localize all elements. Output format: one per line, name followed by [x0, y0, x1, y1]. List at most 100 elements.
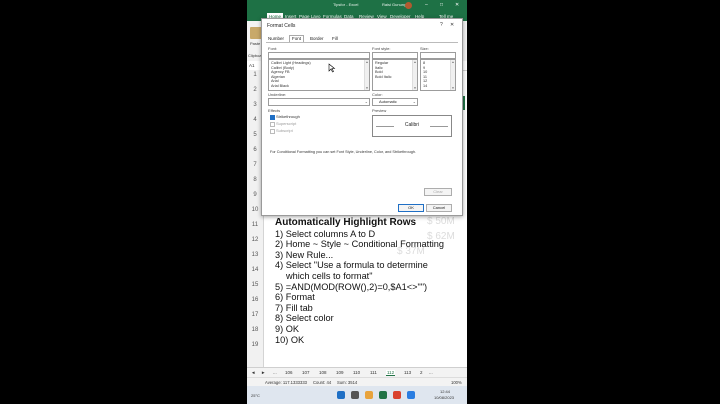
clock-time[interactable]: 12:44	[440, 389, 450, 394]
row-header[interactable]: 15	[247, 282, 263, 288]
list-item[interactable]: 10	[423, 70, 427, 74]
font-list[interactable]: Calibri Light (Headings) Calibri (Body) …	[268, 59, 370, 91]
list-item[interactable]: 11	[423, 75, 427, 79]
tab-fill[interactable]: Fill	[332, 36, 338, 41]
row-header[interactable]: 13	[247, 252, 263, 258]
user-name[interactable]: Raisi Gunung	[382, 2, 406, 7]
format-cells-dialog: Format Cells ? ✕ Number Font Border Fill…	[261, 18, 463, 216]
list-item[interactable]: Calibri (Body)	[271, 66, 294, 70]
sheet-tab[interactable]: 108	[319, 370, 327, 375]
color-label: Color:	[372, 92, 383, 97]
zoom-level[interactable]: 100%	[451, 380, 462, 385]
list-item[interactable]: 12	[423, 79, 427, 83]
sheet-tab[interactable]: 110	[353, 370, 360, 375]
sheet-tab[interactable]: 2	[420, 370, 423, 375]
tab-divider	[266, 42, 458, 43]
name-box-value: A1	[249, 63, 255, 68]
avatar[interactable]	[405, 2, 412, 9]
row-header[interactable]: 19	[247, 342, 263, 348]
clock-date[interactable]: 10/08/2023	[434, 395, 454, 400]
subscript-checkbox[interactable]	[270, 129, 275, 134]
instruction-step: 3) New Rule...	[275, 249, 334, 260]
font-preview: Calibri	[372, 115, 452, 137]
font-input[interactable]	[268, 52, 370, 59]
subscript-label[interactable]: Subscript	[276, 128, 293, 133]
font-style-list[interactable]: Regular Italic Bold Bold Italic ▲ ▼	[372, 59, 418, 91]
minimize-icon[interactable]: –	[425, 2, 428, 8]
list-item[interactable]: Italic	[375, 66, 383, 70]
close-icon[interactable]: ✕	[450, 22, 454, 28]
close-icon[interactable]: ✕	[455, 2, 459, 8]
paste-label[interactable]: Paste	[250, 41, 260, 46]
maximize-icon[interactable]: □	[440, 2, 443, 8]
sheet-tab[interactable]: 106	[285, 370, 293, 375]
strikethrough-label[interactable]: Strikethrough	[276, 114, 300, 119]
sheet-tab-active[interactable]: 112	[386, 370, 396, 376]
size-input[interactable]	[420, 52, 456, 59]
font-label: Font:	[268, 46, 278, 51]
sheet-tab[interactable]: 109	[336, 370, 344, 375]
list-item[interactable]: Algerian	[271, 75, 285, 79]
list-item[interactable]: Arial	[271, 79, 279, 83]
file-explorer-icon[interactable]	[365, 391, 373, 399]
title-bar: Tipsfor - Excel Raisi Gunung – □ ✕	[247, 0, 467, 12]
sheet-tab[interactable]: 111	[370, 370, 377, 375]
font-style-input[interactable]	[372, 52, 418, 59]
size-list[interactable]: 8 9 10 11 12 14 ▲ ▼	[420, 59, 456, 91]
instruction-step: 7) Fill tab	[275, 302, 313, 313]
help-icon[interactable]: ?	[440, 22, 443, 28]
row-header[interactable]: 18	[247, 327, 263, 333]
font-style-scrollbar[interactable]: ▲ ▼	[412, 60, 417, 90]
start-icon[interactable]	[337, 391, 345, 399]
strikethrough-checkbox[interactable]	[270, 115, 275, 120]
list-item[interactable]: Regular	[375, 61, 388, 65]
list-item[interactable]: 14	[423, 84, 427, 88]
color-dropdown[interactable]: Automatic ⌄	[372, 98, 418, 106]
sheet-tab[interactable]: 113	[404, 370, 411, 375]
size-list-scrollbar[interactable]: ▲ ▼	[450, 60, 455, 90]
list-item[interactable]: Agency FB	[271, 70, 290, 74]
tab-number[interactable]: Number	[268, 36, 284, 41]
status-count: Count: 44	[313, 380, 332, 385]
tab-border[interactable]: Border	[310, 36, 324, 41]
row-header[interactable]: 12	[247, 237, 263, 243]
list-item[interactable]: Bold	[375, 70, 383, 74]
row-header[interactable]: 11	[247, 222, 263, 228]
instruction-step: 8) Select color	[275, 313, 334, 324]
list-item[interactable]: Calibri Light (Headings)	[271, 61, 311, 65]
instruction-overlay: Automatically Highlight Rows 1) Select c…	[275, 217, 445, 345]
ok-button[interactable]: OK	[398, 204, 424, 212]
instruction-step: 2) Home ~ Style ~ Conditional Formatting	[275, 239, 445, 250]
tab-font[interactable]: Font	[289, 35, 305, 42]
list-item[interactable]: 8	[423, 61, 425, 65]
row-header[interactable]: 17	[247, 312, 263, 318]
window-title: Tipsfor - Excel	[333, 2, 359, 7]
instruction-step: 4) Select "Use a formula to determine	[275, 260, 428, 271]
scroll-left-icon[interactable]: ◄	[251, 370, 255, 375]
superscript-label[interactable]: Superscript	[276, 121, 296, 126]
conditional-formatting-note: For Conditional Formatting you can set F…	[270, 150, 417, 154]
underline-dropdown[interactable]: ⌄	[268, 98, 370, 106]
chevron-down-icon: ⌄	[364, 99, 368, 104]
sheet-tab[interactable]: 107	[302, 370, 310, 375]
sheet-tab-more[interactable]: ...	[273, 370, 277, 375]
underline-label: Underline:	[268, 92, 287, 97]
list-item[interactable]: 9	[423, 66, 425, 70]
app-icon[interactable]	[407, 391, 415, 399]
sheet-tab-more[interactable]: ...	[429, 370, 433, 375]
instruction-heading: Automatically Highlight Rows	[275, 217, 417, 228]
list-item[interactable]: Arial Black	[271, 84, 289, 88]
superscript-checkbox[interactable]	[270, 122, 275, 127]
cancel-button[interactable]: Cancel	[426, 204, 452, 212]
row-header[interactable]: 14	[247, 267, 263, 273]
row-header[interactable]: 16	[247, 297, 263, 303]
scroll-right-icon[interactable]: ►	[261, 370, 265, 375]
browser-icon[interactable]	[393, 391, 401, 399]
excel-icon[interactable]	[379, 391, 387, 399]
list-item[interactable]: Bold Italic	[375, 75, 391, 79]
weather-text[interactable]: 25°C	[251, 393, 260, 398]
search-icon[interactable]	[351, 391, 359, 399]
font-list-scrollbar[interactable]: ▲ ▼	[364, 60, 369, 90]
clear-button[interactable]: Clear	[424, 188, 452, 196]
chevron-down-icon: ⌄	[412, 99, 416, 104]
